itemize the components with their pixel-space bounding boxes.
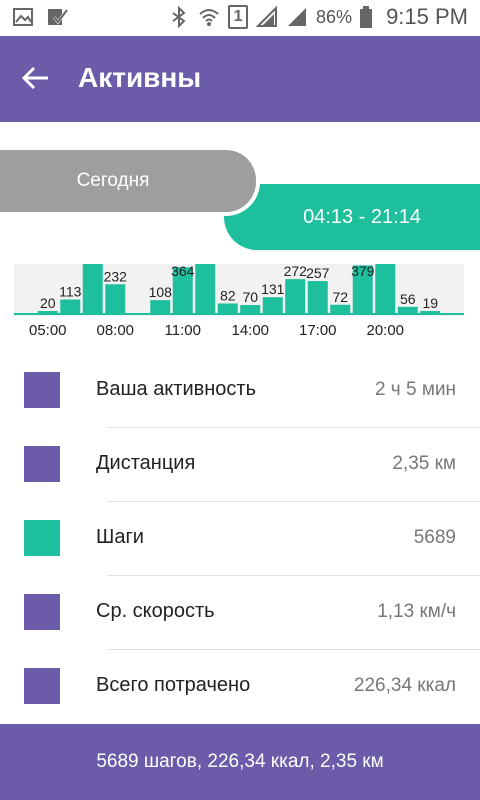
chart-tick-label: 17:00 [298, 322, 337, 339]
chart-data-label: 364 [171, 264, 195, 279]
chart-data-label: 257 [306, 265, 330, 281]
stat-value: 1,13 км/ч [377, 601, 456, 622]
color-swatch [24, 372, 60, 408]
chart-tick-label: 05:00 [28, 322, 67, 339]
chart-bar [82, 264, 103, 314]
summary-footer: 5689 шагов, 226,34 ккал, 2,35 км [0, 724, 480, 800]
chart-x-axis: 05:00 08:00 11:00 14:00 17:00 20:00 [14, 322, 464, 344]
stat-row-avg-speed[interactable]: Ср. скорость 1,13 км/ч [0, 576, 480, 650]
app-bar: Активны [0, 36, 480, 122]
bluetooth-icon [172, 6, 186, 28]
chart-tick-label: 08:00 [96, 322, 135, 339]
stat-label: Шаги [96, 526, 144, 548]
chart-data-label: 82 [220, 287, 236, 303]
chart-bar [195, 264, 216, 314]
clock: 9:15 PM [386, 4, 468, 29]
stats-list: Ваша активность 2 ч 5 мин Дистанция 2,35… [0, 354, 480, 724]
chart-data-label: 20 [40, 295, 56, 311]
chart-data-label: 379 [351, 264, 375, 279]
color-swatch [24, 594, 60, 630]
battery-icon [360, 6, 373, 28]
chart-bar [150, 300, 171, 314]
stat-label: Всего потрачено [96, 674, 251, 696]
chart-data-label: 232 [104, 268, 128, 284]
stat-label: Ваша активность [96, 378, 256, 400]
stat-label: Ср. скорость [96, 600, 215, 622]
tab-today[interactable]: Сегодня [0, 146, 260, 216]
stat-value: 2,35 км [392, 453, 456, 474]
stat-value: 226,34 ккал [353, 675, 456, 696]
chart-tick-label: 14:00 [231, 322, 270, 339]
summary-text: 5689 шагов, 226,34 ккал, 2,35 км [96, 751, 384, 772]
chart-bar [60, 299, 81, 314]
stat-row-activity[interactable]: Ваша активность 2 ч 5 мин [0, 354, 480, 428]
stat-row-distance[interactable]: Дистанция 2,35 км [0, 428, 480, 502]
signal-icon [288, 8, 307, 26]
color-swatch [24, 446, 60, 482]
tab-time-range[interactable]: 04:13 - 21:14 [224, 184, 480, 250]
chart-bar [285, 279, 306, 314]
chart-data-label: 131 [261, 281, 285, 297]
tab-today-label: Сегодня [76, 170, 150, 191]
color-swatch [24, 520, 60, 556]
chart-bar [240, 305, 261, 314]
check-icon [48, 9, 68, 25]
status-bar: 1 86% 9:15 PM [0, 0, 480, 36]
chart-tick-label: 11:00 [164, 322, 201, 339]
activity-chart-svg: 20113 232 108 364 82 70 131 272 25772379 56 19 [14, 264, 464, 315]
chart-bar [105, 284, 126, 314]
chart-data-label: 272 [284, 264, 308, 279]
chart-bar [375, 264, 396, 314]
stat-row-calories[interactable]: Всего потрачено 226,34 ккал [0, 650, 480, 724]
page-title: Активны [78, 62, 202, 93]
stat-label: Дистанция [96, 452, 196, 474]
arrow-left-icon[interactable] [18, 60, 54, 96]
chart-data-label: 19 [422, 295, 438, 311]
chart-data-label: 70 [242, 289, 258, 305]
chart-data-label: 56 [400, 291, 416, 307]
battery-percent: 86% [316, 6, 353, 27]
chart-bar [397, 306, 418, 314]
chart-bar [307, 281, 328, 314]
tab-time-range-label: 04:13 - 21:14 [303, 205, 421, 228]
activity-chart: 20 113 232 108 364 82 70 131 272 257 72 379 56 19 [14, 264, 464, 316]
chart-data-label: 108 [149, 284, 173, 300]
chart-bar [262, 297, 283, 314]
chart-data-label: 72 [332, 289, 348, 305]
chart-tick-label: 20:00 [366, 322, 405, 339]
chart-bar [330, 304, 351, 314]
chart-data-label: 113 [59, 284, 82, 300]
chart-bar [217, 303, 238, 314]
color-swatch [24, 668, 60, 704]
sim-icon: 1 [228, 5, 249, 29]
stat-value: 5689 [413, 527, 456, 548]
stat-value: 2 ч 5 мин [374, 379, 456, 400]
wifi-icon [199, 9, 219, 26]
stat-row-steps[interactable]: Шаги 5689 [0, 502, 480, 576]
signal-icon [256, 6, 278, 27]
image-icon [13, 8, 33, 26]
